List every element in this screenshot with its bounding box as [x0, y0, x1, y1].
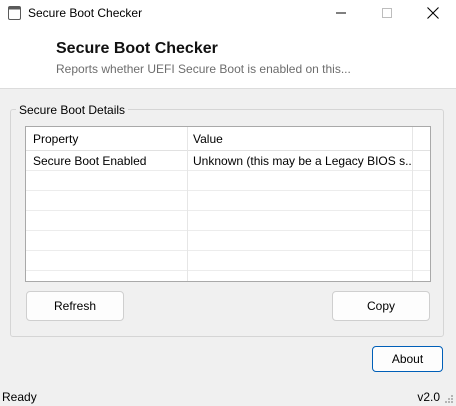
column-header-property[interactable]: Property [33, 127, 183, 150]
column-divider [187, 127, 188, 281]
resize-grip-icon[interactable] [444, 394, 454, 404]
listview-header: Property Value [26, 127, 430, 151]
empty-row [26, 251, 430, 271]
copy-button[interactable]: Copy [332, 291, 430, 321]
close-icon [427, 7, 439, 19]
status-bar: Ready v2.0 [0, 387, 456, 406]
empty-row [26, 171, 430, 191]
empty-row [26, 211, 430, 231]
title-bar: Secure Boot Checker [0, 0, 456, 26]
details-listview[interactable]: Property Value Secure Boot Enabled Unkno… [25, 126, 431, 282]
column-header-value[interactable]: Value [193, 127, 413, 150]
property-cell: Secure Boot Enabled [33, 153, 147, 168]
value-cell: Unknown (this may be a Legacy BIOS s... [193, 153, 413, 168]
empty-row [26, 191, 430, 211]
refresh-button[interactable]: Refresh [26, 291, 124, 321]
empty-row [26, 231, 430, 251]
table-row[interactable]: Secure Boot Enabled Unknown (this may be… [26, 151, 430, 171]
header-banner: Secure Boot Checker Reports whether UEFI… [0, 26, 456, 89]
window-title: Secure Boot Checker [28, 6, 143, 20]
version-label: v2.0 [417, 390, 440, 404]
minimize-icon [336, 12, 346, 14]
column-divider [412, 127, 413, 281]
maximize-icon [382, 8, 392, 18]
header-subtitle: Reports whether UEFI Secure Boot is enab… [56, 62, 351, 76]
close-button[interactable] [410, 0, 456, 26]
app-window-icon [8, 6, 21, 20]
minimize-button[interactable] [318, 0, 364, 26]
about-button[interactable]: About [372, 346, 443, 372]
details-group-label: Secure Boot Details [16, 103, 129, 117]
maximize-button[interactable] [364, 0, 410, 26]
header-title: Secure Boot Checker [56, 40, 218, 57]
status-text: Ready [2, 390, 37, 404]
